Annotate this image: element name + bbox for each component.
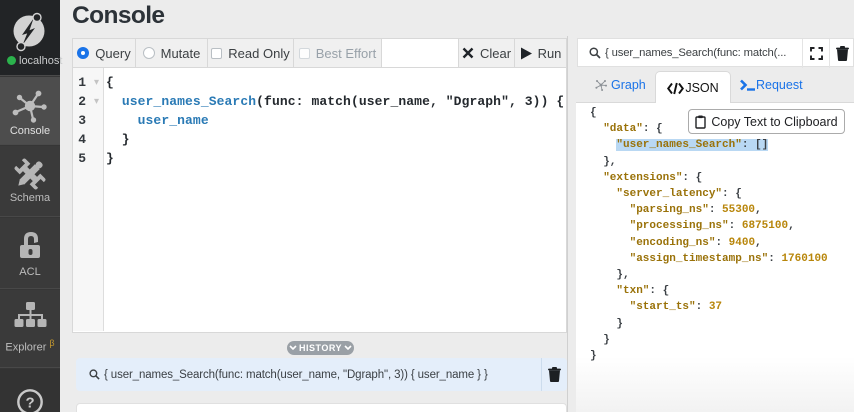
svg-text:?: ? <box>25 395 34 412</box>
